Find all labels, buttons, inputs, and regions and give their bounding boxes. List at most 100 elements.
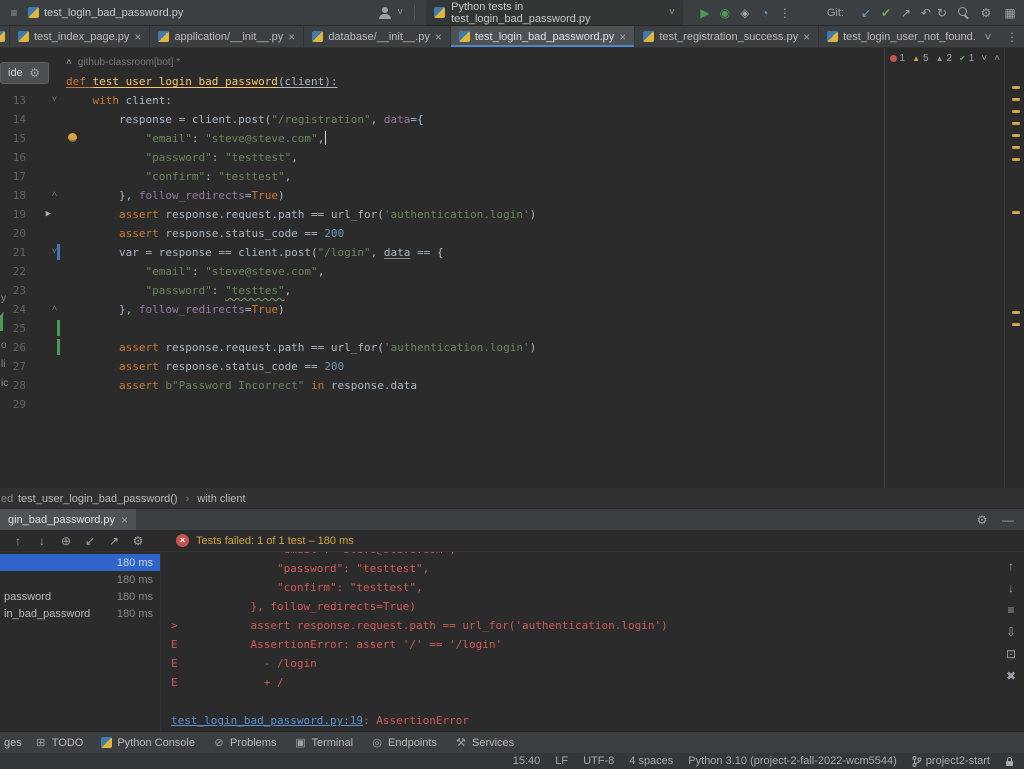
- code-line[interactable]: 29: [0, 395, 1004, 414]
- problems-button[interactable]: ⊘Problems: [204, 732, 285, 753]
- test-tree-row[interactable]: in_bad_password180 ms: [0, 605, 160, 622]
- status-info-item[interactable]: LF: [555, 755, 568, 767]
- lock-icon[interactable]: [1005, 756, 1014, 767]
- editor-tab[interactable]: test_login_bad_password.py×: [451, 26, 635, 47]
- window-layout-icon[interactable]: ▦: [1002, 5, 1018, 21]
- hide-panel-icon[interactable]: —: [1000, 512, 1016, 528]
- terminal-button[interactable]: ▣Terminal: [285, 732, 362, 753]
- stripe-mark[interactable]: [1012, 311, 1020, 314]
- line-number[interactable]: 13: [0, 91, 26, 110]
- search-everywhere-icon[interactable]: [958, 7, 970, 19]
- git-branch-widget[interactable]: project2-start: [912, 755, 990, 767]
- line-number[interactable]: 14: [0, 110, 26, 129]
- main-menu-icon[interactable]: ≡: [6, 5, 22, 21]
- run-panel-tab[interactable]: gin_bad_password.py ×: [0, 509, 136, 530]
- code-line[interactable]: 15 "email": "steve@steve.com",: [0, 129, 1004, 148]
- sync-icon[interactable]: ↻: [934, 5, 950, 21]
- services-button[interactable]: ⚒Services: [446, 732, 523, 753]
- line-number[interactable]: 21: [0, 243, 26, 262]
- line-number[interactable]: 16: [0, 148, 26, 167]
- run-config-selector[interactable]: Python tests in test_login_bad_password.…: [426, 0, 683, 28]
- next-failed-test-icon[interactable]: ↓: [34, 533, 50, 549]
- line-number[interactable]: 17: [0, 167, 26, 186]
- stripe-mark[interactable]: [1012, 323, 1020, 326]
- stripe-mark[interactable]: [1012, 134, 1020, 137]
- run-gutter-icon[interactable]: ▶: [46, 205, 51, 224]
- error-indicator[interactable]: 1: [890, 53, 906, 64]
- warning-indicator[interactable]: ▲5: [912, 53, 928, 64]
- stripe-mark[interactable]: [1012, 122, 1020, 125]
- scroll-to-end-icon[interactable]: ⇩: [1003, 624, 1019, 640]
- soft-wrap-icon[interactable]: ≡: [1003, 602, 1019, 618]
- user-avatar-icon[interactable]: [379, 7, 391, 19]
- code-vision-author[interactable]: ˄ github-classroom[bot] *: [0, 54, 1004, 72]
- editor-tab[interactable]: application/__init__.py×: [150, 26, 304, 47]
- line-number[interactable]: 15: [0, 129, 26, 148]
- tab-close-icon[interactable]: ×: [619, 32, 626, 42]
- breadcrumb-item[interactable]: test_user_login_bad_password(): [18, 493, 178, 505]
- weak-warning-indicator[interactable]: ▲2: [936, 53, 952, 64]
- stripe-mark[interactable]: [1012, 86, 1020, 89]
- expand-all-icon[interactable]: ↗: [106, 533, 122, 549]
- tab-close-icon[interactable]: ×: [134, 32, 141, 42]
- status-info-item[interactable]: 4 spaces: [629, 755, 673, 767]
- python-console-button[interactable]: Python Console: [92, 732, 204, 753]
- intention-bulb-icon[interactable]: [68, 133, 77, 142]
- debug-button[interactable]: ◉: [717, 5, 733, 21]
- line-number[interactable]: 20: [0, 224, 26, 243]
- chevron-icon[interactable]: ˅: [981, 53, 987, 64]
- tab-options-icon[interactable]: ⋮: [1004, 29, 1020, 45]
- rollback-button[interactable]: ↶: [918, 5, 934, 21]
- fold-icon[interactable]: ˅: [52, 91, 57, 110]
- code-line[interactable]: 13˅ with client:: [0, 91, 1004, 110]
- more-run-options-button[interactable]: ⋮: [777, 5, 793, 21]
- stripe-mark[interactable]: [1012, 146, 1020, 149]
- tab-close-icon[interactable]: ×: [435, 32, 442, 42]
- editor-tab[interactable]: test_login_user_not_found.py×: [819, 26, 976, 47]
- code-line[interactable]: 27 assert response.status_code == 200: [0, 357, 1004, 376]
- clipped-tab[interactable]: [0, 26, 10, 47]
- code-line[interactable]: 24˄ }, follow_redirects=True): [0, 300, 1004, 319]
- test-tree-row[interactable]: password180 ms: [0, 588, 160, 605]
- stripe-mark[interactable]: [1012, 211, 1020, 214]
- fold-icon[interactable]: ˄: [52, 186, 57, 205]
- profiler-button[interactable]: ◔: [757, 5, 773, 21]
- line-number[interactable]: 19: [0, 205, 26, 224]
- tab-close-icon[interactable]: ×: [288, 32, 295, 42]
- editor-tab[interactable]: database/__init__.py×: [304, 26, 451, 47]
- chevron-down-icon[interactable]: ˅: [397, 7, 403, 18]
- inspections-widget[interactable]: 1▲5▲2✔1˅˄: [890, 53, 1000, 64]
- code-line[interactable]: 19▶ assert response.request.path == url_…: [0, 205, 1004, 224]
- previous-failed-test-icon[interactable]: ↑: [10, 533, 26, 549]
- endpoints-button[interactable]: ◎Endpoints: [362, 732, 446, 753]
- editor-tab[interactable]: test_registration_success.py×: [635, 26, 819, 47]
- editor-tab[interactable]: test_index_page.py×: [10, 26, 150, 47]
- code-line[interactable]: 28 assert b"Password Incorrect" in respo…: [0, 376, 1004, 395]
- code-line[interactable]: 25: [0, 319, 1004, 338]
- chevron-icon[interactable]: ˄: [994, 53, 1000, 64]
- collapse-all-icon[interactable]: ↙: [82, 533, 98, 549]
- code-line[interactable]: 17 "confirm": "testtest",: [0, 167, 1004, 186]
- print-icon[interactable]: ⊡: [1003, 646, 1019, 662]
- code-line[interactable]: 16 "password": "testtest",: [0, 148, 1004, 167]
- code-line[interactable]: 22 "email": "steve@steve.com",: [0, 262, 1004, 281]
- code-line[interactable]: 23 "password": "testtes",: [0, 281, 1004, 300]
- code-line[interactable]: 14 response = client.post("/registration…: [0, 110, 1004, 129]
- push-button[interactable]: ↗: [898, 5, 914, 21]
- stack-trace-link[interactable]: test_login_bad_password.py:19: [171, 714, 363, 727]
- settings-icon[interactable]: ⚙: [978, 5, 994, 21]
- filter-tests-icon[interactable]: ⊕: [58, 533, 74, 549]
- line-number[interactable]: 18: [0, 186, 26, 205]
- test-console[interactable]: "email": "steve@steve.com", "password": …: [161, 552, 998, 731]
- tab-close-icon[interactable]: ×: [121, 515, 128, 525]
- settings-icon[interactable]: ⚙: [974, 512, 990, 528]
- code-line[interactable]: 18˄ }, follow_redirects=True): [0, 186, 1004, 205]
- update-project-button[interactable]: ↙: [858, 5, 874, 21]
- todo-button[interactable]: ⊞TODO: [26, 732, 93, 753]
- line-number[interactable]: 29: [0, 395, 26, 414]
- code-line[interactable]: 20 assert response.status_code == 200: [0, 224, 1004, 243]
- breadcrumb-item[interactable]: with client: [197, 493, 245, 505]
- hidden-tabs-chevron-icon[interactable]: ˅: [980, 29, 996, 45]
- code-line[interactable]: 26 assert response.request.path == url_f…: [0, 338, 1004, 357]
- test-tree-row[interactable]: 180 ms: [0, 554, 160, 571]
